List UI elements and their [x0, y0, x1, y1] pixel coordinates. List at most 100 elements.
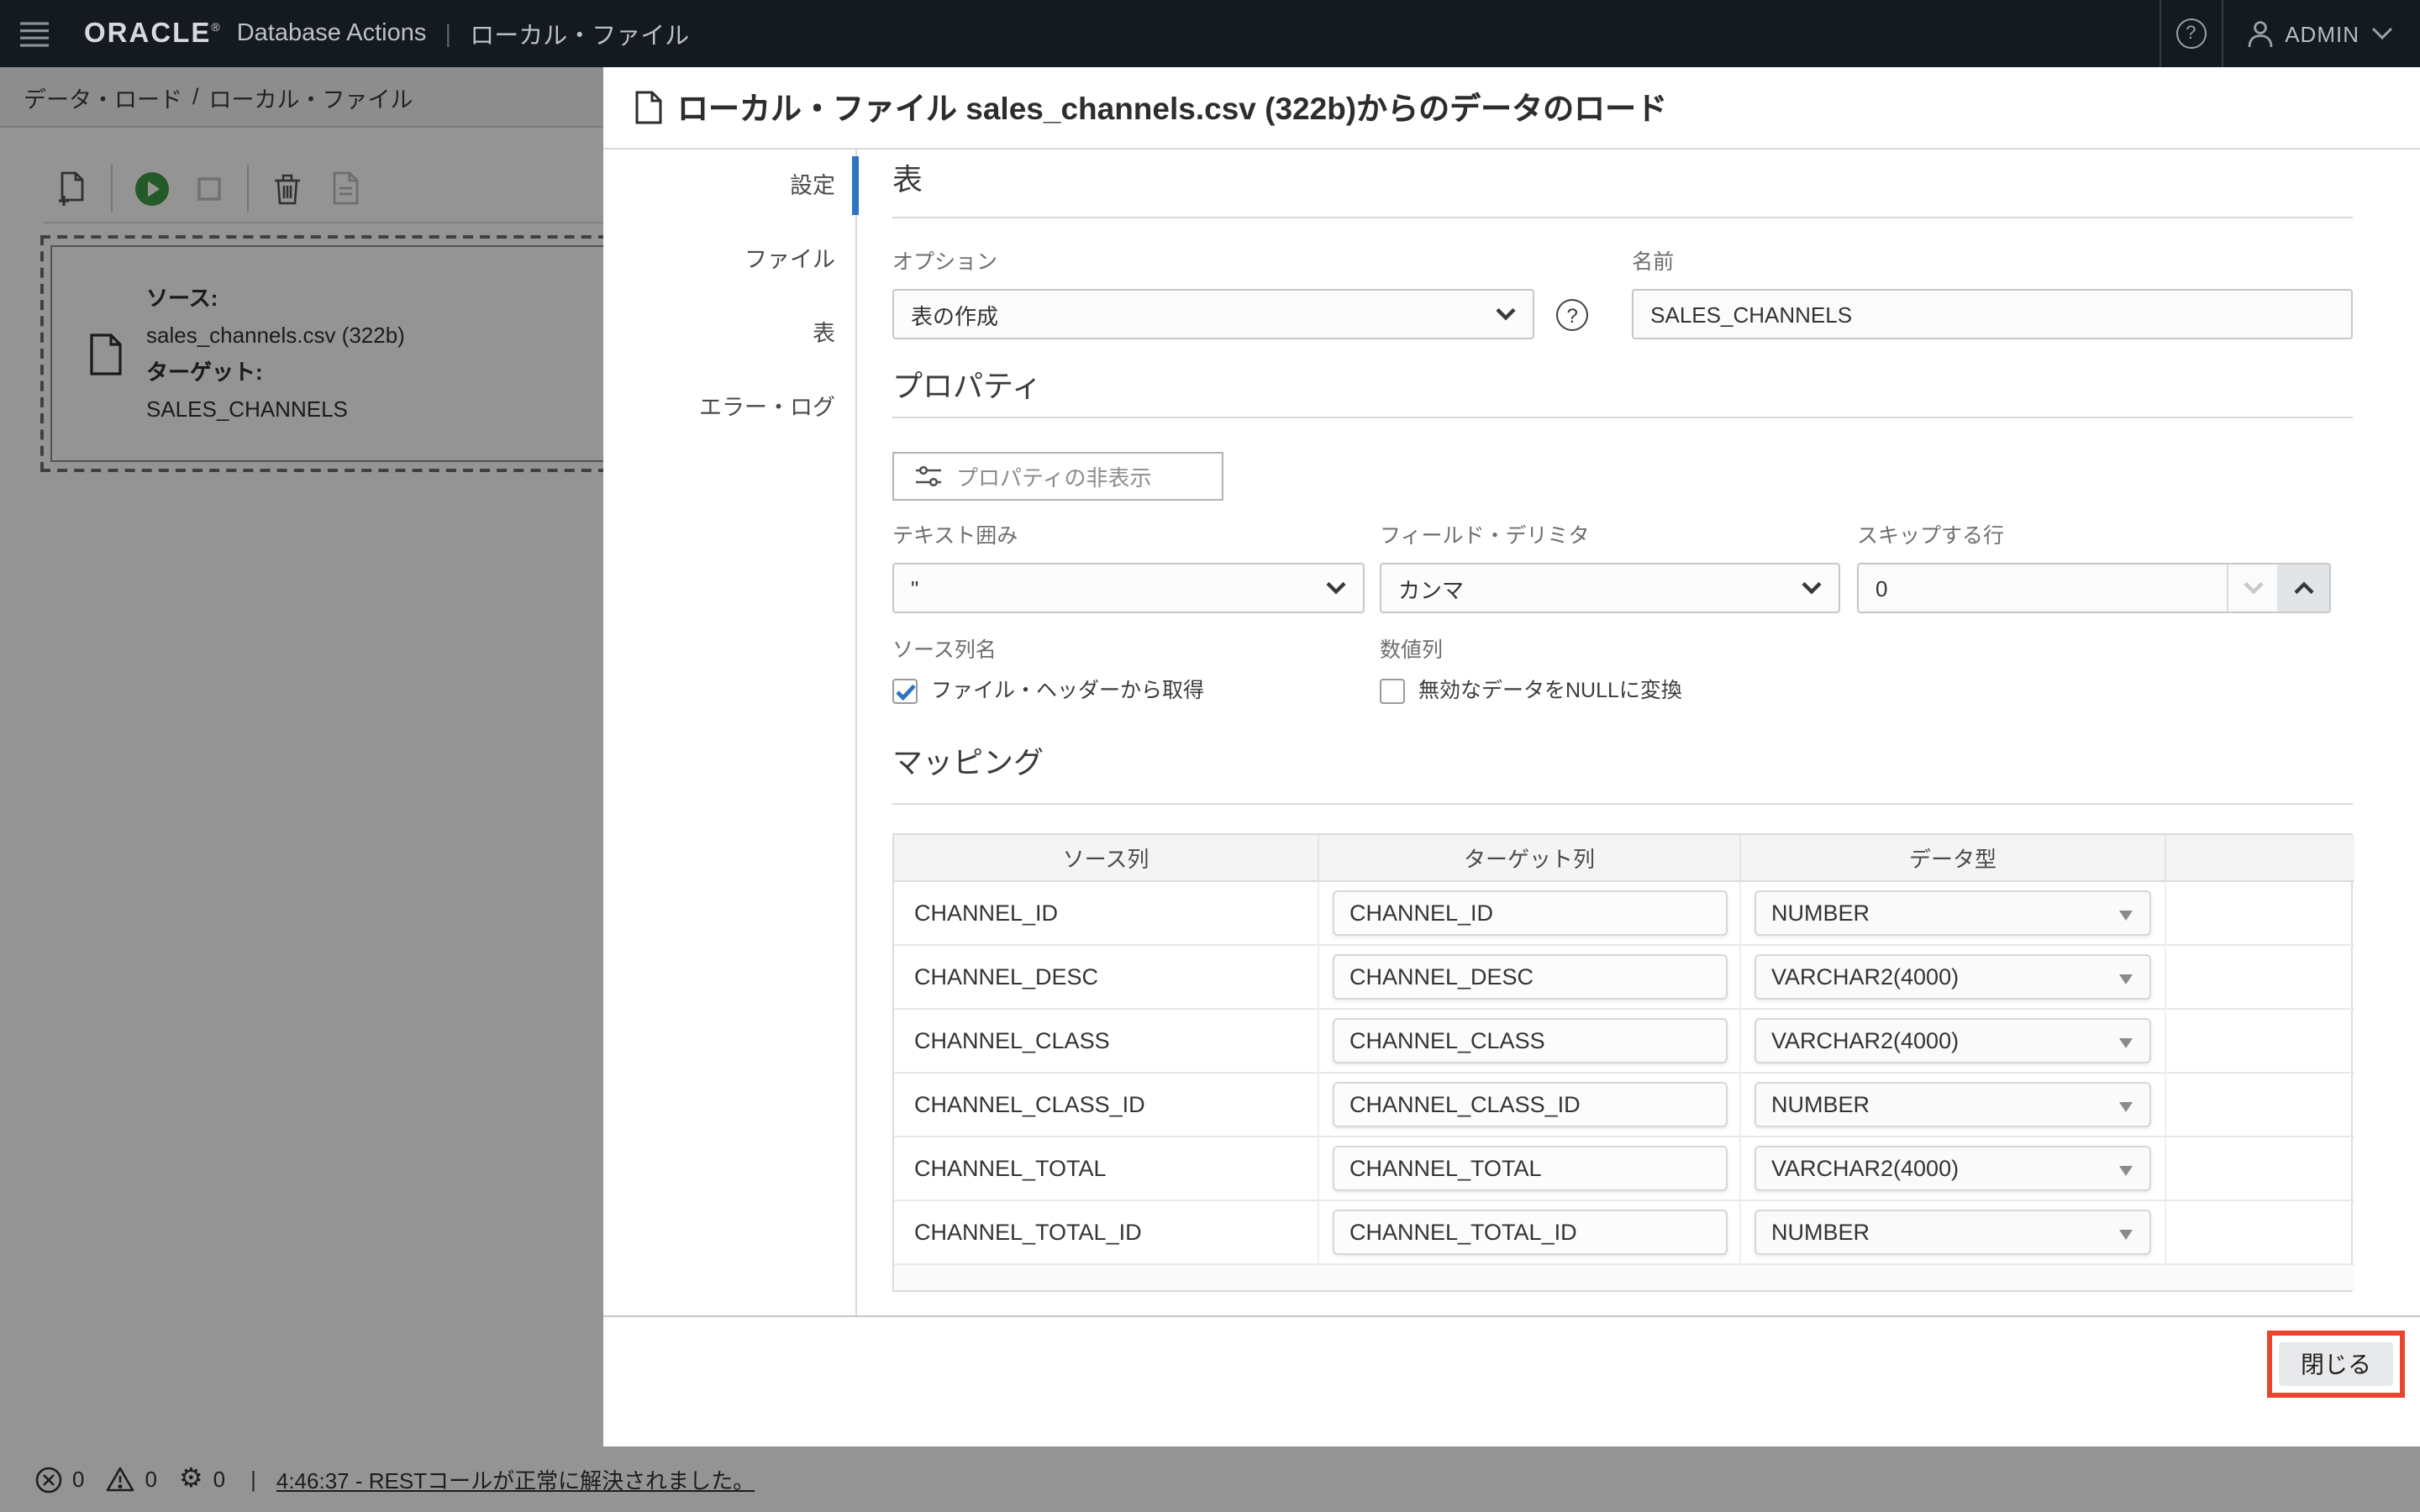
user-name: ADMIN: [2285, 21, 2360, 46]
app-header: ORACLE® Database Actions | ローカル・ファイル ? A…: [0, 0, 2420, 67]
tab-error-log-label: エラー・ログ: [699, 395, 835, 420]
dialog-footer: 閉じる: [603, 1315, 2420, 1446]
column-header-datatype: データ型: [1741, 835, 2166, 882]
table-cell: CHANNEL_DESC: [1319, 946, 1741, 1010]
text-enclosure-select[interactable]: ": [892, 563, 1365, 613]
active-tab-indicator: [852, 156, 859, 215]
null-conversion-checkbox[interactable]: [1380, 679, 1405, 704]
datatype-select[interactable]: NUMBER: [1754, 1082, 2151, 1127]
user-menu[interactable]: ADMIN: [2223, 19, 2420, 48]
hamburger-menu-icon[interactable]: [0, 0, 67, 67]
numeric-column-label: 数値列: [1380, 635, 1443, 665]
table-cell: [2166, 1137, 2354, 1201]
chevron-down-icon: [1802, 581, 1822, 595]
source-column-cell: CHANNEL_CLASS_ID: [894, 1074, 1319, 1137]
tab-settings[interactable]: 設定: [603, 150, 855, 223]
field-delimiter-value: カンマ: [1398, 572, 1464, 604]
header-from-file-checkbox[interactable]: [892, 679, 918, 704]
registered-mark: ®: [211, 22, 221, 34]
section-divider: [892, 803, 2353, 805]
field-delimiter-select[interactable]: カンマ: [1380, 563, 1840, 613]
table-cell: [2166, 1201, 2354, 1265]
person-icon: [2246, 19, 2273, 48]
table-cell: CHANNEL_TOTAL: [1319, 1137, 1741, 1201]
datatype-value: VARCHAR2(4000): [1771, 964, 1959, 990]
checkbox-group-labels: ソース列名 数値列: [892, 635, 2353, 665]
rows-to-skip-stepper: 0: [1857, 563, 2331, 613]
source-column-cell: CHANNEL_TOTAL: [894, 1137, 1319, 1201]
table-cell: [2166, 946, 2354, 1010]
column-header-empty: [2166, 835, 2354, 882]
rows-to-skip-input[interactable]: 0: [1859, 564, 2227, 612]
properties-fields: " カンマ 0: [892, 563, 2353, 613]
target-column-input[interactable]: CHANNEL_CLASS_ID: [1333, 1082, 1728, 1127]
chevron-down-icon: [1326, 581, 1346, 595]
target-column-input[interactable]: CHANNEL_TOTAL_ID: [1333, 1210, 1728, 1255]
target-column-input[interactable]: CHANNEL_CLASS: [1333, 1018, 1728, 1063]
dropdown-arrow-icon: [2119, 911, 2133, 921]
table-option-value: 表の作成: [911, 298, 998, 330]
datatype-select[interactable]: VARCHAR2(4000): [1754, 1146, 2151, 1191]
tab-error-log[interactable]: エラー・ログ: [603, 371, 855, 445]
datatype-value: NUMBER: [1771, 1220, 1870, 1245]
hide-properties-button[interactable]: プロパティの非表示: [892, 452, 1223, 501]
table-option-select[interactable]: 表の作成: [892, 289, 1534, 339]
hide-properties-label: プロパティの非表示: [956, 460, 1151, 492]
section-divider: [892, 417, 2353, 418]
table-cell: [2166, 1074, 2354, 1137]
table-cell: VARCHAR2(4000): [1741, 1137, 2166, 1201]
mapping-section-heading: マッピング: [892, 743, 2353, 785]
dropdown-arrow-icon: [2119, 1166, 2133, 1176]
table-cell: [2166, 1010, 2354, 1074]
close-button[interactable]: 閉じる: [2279, 1342, 2393, 1386]
target-column-input[interactable]: CHANNEL_DESC: [1333, 954, 1728, 1000]
check-icon: [895, 683, 915, 700]
target-column-input[interactable]: CHANNEL_ID: [1333, 890, 1728, 936]
table-name-input[interactable]: SALES_CHANNELS: [1632, 289, 2353, 339]
target-column-input[interactable]: CHANNEL_TOTAL: [1333, 1146, 1728, 1191]
app-root: ORACLE® Database Actions | ローカル・ファイル ? A…: [0, 0, 2420, 1512]
option-help-icon[interactable]: ?: [1556, 299, 1588, 331]
help-button[interactable]: ?: [2160, 0, 2221, 67]
table-cell: NUMBER: [1741, 1201, 2166, 1265]
table-cell: NUMBER: [1741, 1074, 2166, 1137]
tab-file[interactable]: ファイル: [603, 223, 855, 297]
datatype-select[interactable]: VARCHAR2(4000): [1754, 1018, 2151, 1063]
section-divider: [892, 217, 2353, 218]
dropdown-arrow-icon: [2119, 1102, 2133, 1112]
table-cell: CHANNEL_ID: [1319, 882, 1741, 946]
tab-settings-label: 設定: [790, 173, 835, 198]
tab-file-label: ファイル: [744, 247, 835, 272]
table-cell: CHANNEL_CLASS_ID: [1319, 1074, 1741, 1137]
table-partial-row: [894, 1265, 2354, 1290]
null-conversion-group: 無効なデータをNULLに変換: [1380, 675, 1741, 706]
source-column-cell: CHANNEL_ID: [894, 882, 1319, 946]
header-divider: |: [445, 19, 451, 48]
rows-to-skip-label: スキップする行: [1857, 521, 2004, 551]
click-target-annotation: 閉じる: [2267, 1331, 2405, 1398]
dialog-title-row: ローカル・ファイル sales_channels.csv (322b)からのデー…: [603, 67, 2420, 150]
checkbox-row: ファイル・ヘッダーから取得 無効なデータをNULLに変換: [892, 675, 2353, 706]
stepper-increment-button[interactable]: [2277, 564, 2329, 612]
text-enclosure-label: テキスト囲み: [892, 521, 1380, 551]
dialog-content: 表 オプション 表の作成 ? 名前: [892, 150, 2353, 1292]
text-enclosure-value: ": [911, 575, 918, 601]
table-cell: CHANNEL_CLASS: [1319, 1010, 1741, 1074]
stepper-decrement-button: [2227, 564, 2277, 612]
field-delimiter-label: フィールド・デリミタ: [1380, 521, 1857, 551]
table-cell: NUMBER: [1741, 882, 2166, 946]
null-conversion-label: 無効なデータをNULLに変換: [1418, 675, 1741, 706]
datatype-select[interactable]: NUMBER: [1754, 890, 2151, 936]
chevron-down-icon: [2371, 27, 2393, 40]
datatype-select[interactable]: NUMBER: [1754, 1210, 2151, 1255]
source-column-cell: CHANNEL_CLASS: [894, 1010, 1319, 1074]
source-column-name-label: ソース列名: [892, 635, 1380, 665]
tab-table[interactable]: 表: [603, 297, 855, 371]
dialog-title: ローカル・ファイル sales_channels.csv (322b)からのデー…: [677, 86, 1667, 129]
datatype-select[interactable]: VARCHAR2(4000): [1754, 954, 2151, 1000]
source-column-cell: CHANNEL_TOTAL_ID: [894, 1201, 1319, 1265]
header-right: ? ADMIN: [2159, 0, 2420, 67]
header-from-file-group: ファイル・ヘッダーから取得: [892, 675, 1380, 706]
datatype-value: NUMBER: [1771, 900, 1870, 926]
mapping-table: ソース列 ターゲット列 データ型 CHANNEL_ID CHANNEL_ID N…: [892, 833, 2353, 1292]
